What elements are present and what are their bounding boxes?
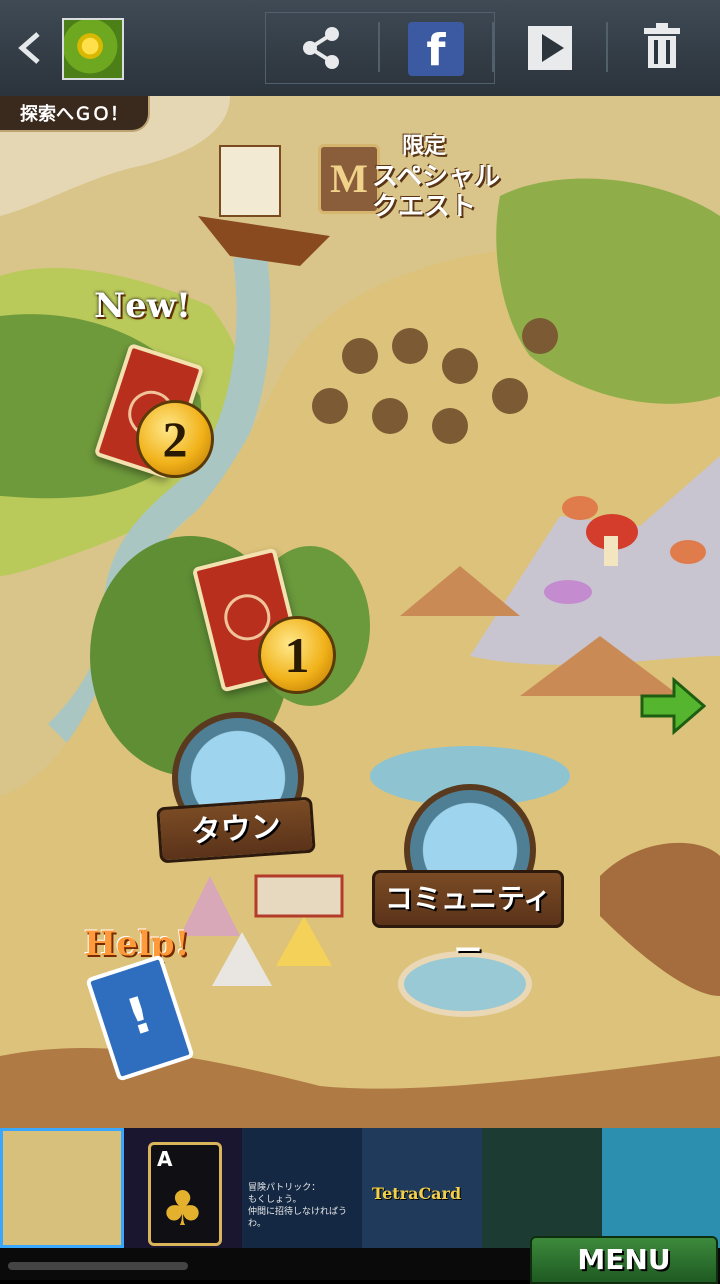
new-label: New! — [94, 286, 191, 326]
special-quest-text: 限定 スペシャル クエスト — [372, 132, 502, 222]
special-quest-quest: クエスト — [372, 192, 477, 222]
tetra-title: TetraCard — [372, 1184, 462, 1203]
help-label[interactable]: Help! — [84, 924, 189, 964]
card-rank: A — [157, 1147, 173, 1171]
club-icon: ♣ — [161, 1181, 205, 1237]
divider — [378, 22, 380, 72]
share-icon[interactable] — [294, 18, 350, 78]
menu-button[interactable]: MENU — [530, 1236, 718, 1284]
card-frame: A ♣ — [148, 1142, 222, 1246]
next-area-arrow-icon[interactable] — [640, 676, 707, 736]
carousel-shot-ocean[interactable] — [602, 1128, 720, 1248]
special-quest-limited: 限定 — [402, 134, 447, 159]
town-sign[interactable]: タウン — [156, 796, 316, 864]
divider — [606, 22, 608, 72]
stage-2-badge[interactable]: 2 — [136, 400, 214, 478]
special-quest-logo: M — [318, 144, 380, 214]
carousel-shot-tetra[interactable]: TetraCard — [362, 1128, 482, 1248]
carousel-shot-battle[interactable] — [482, 1128, 602, 1248]
top-toolbar: f — [0, 0, 720, 98]
special-quest-banner[interactable]: M 限定 スペシャル クエスト — [318, 132, 500, 222]
trash-icon[interactable] — [634, 18, 690, 78]
carousel-scrollbar[interactable] — [8, 1262, 188, 1270]
facebook-button[interactable]: f — [408, 22, 464, 76]
stage-1-badge[interactable]: 1 — [258, 616, 336, 694]
divider — [492, 22, 494, 72]
screenshot-carousel[interactable]: A ♣ 冒険パトリック： もくしょう。 仲間に招待しなければうわ。 TetraC… — [0, 1128, 720, 1248]
dialog-line: 仲間に招待しなければうわ。 — [248, 1207, 348, 1229]
carousel-shot-dialog[interactable]: 冒険パトリック： もくしょう。 仲間に招待しなければうわ。 — [242, 1128, 362, 1248]
special-quest-special: スペシャル — [372, 162, 501, 192]
app-thumbnail[interactable] — [62, 18, 124, 80]
back-chevron-icon[interactable] — [10, 24, 50, 72]
community-sign[interactable]: コミュニティー — [372, 870, 564, 967]
dialog-text: 冒険パトリック： もくしょう。 仲間に招待しなければうわ。 — [248, 1182, 356, 1230]
play-icon[interactable] — [522, 18, 578, 78]
dialog-line: もくしょう。 — [248, 1195, 302, 1205]
carousel-shot-map[interactable] — [0, 1128, 124, 1248]
carousel-shot-card[interactable]: A ♣ — [124, 1128, 242, 1248]
dialog-line: 冒険パトリック： — [248, 1183, 321, 1193]
explore-go-button[interactable]: 探索へＧＯ！ — [0, 96, 150, 132]
world-map[interactable]: 探索へＧＯ！ M 限定 スペシャル クエスト New! 2 1 タウン コミュニ… — [0, 96, 720, 1128]
